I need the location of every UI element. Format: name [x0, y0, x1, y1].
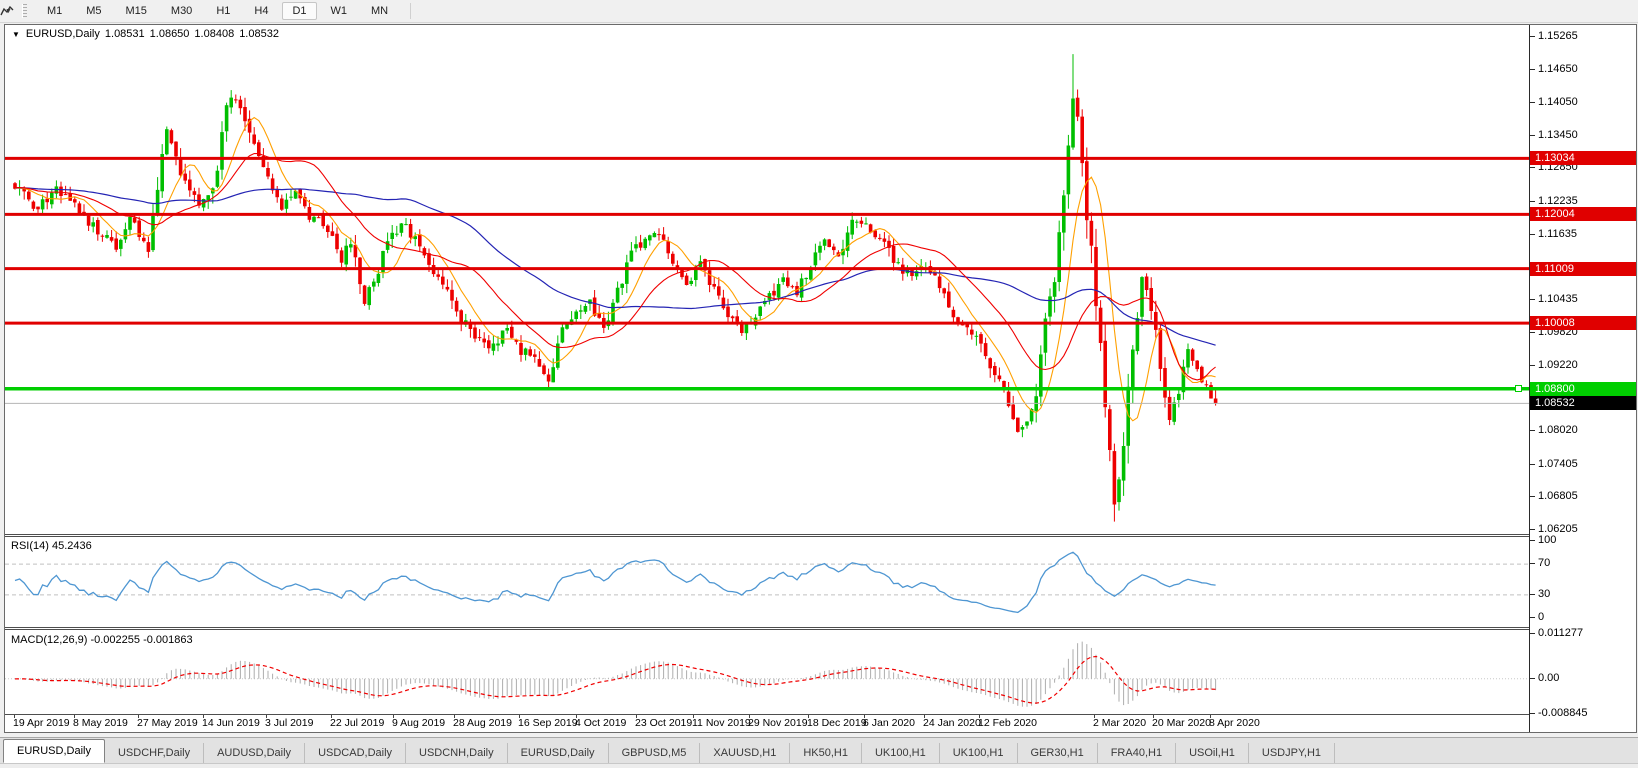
- panel-divider[interactable]: [5, 534, 1636, 537]
- chart-tab-gbpusd-m5[interactable]: GBPUSD,M5: [609, 743, 701, 763]
- date-tick-label: 27 May 2019: [137, 717, 198, 729]
- date-tick-label: 23 Oct 2019: [635, 717, 692, 729]
- price-tick-label: 1.11635: [1538, 228, 1577, 240]
- price-tick-label: 1.13450: [1538, 129, 1578, 141]
- chart-tab-bar: EURUSD,DailyUSDCHF,DailyAUDUSD,DailyUSDC…: [0, 737, 1638, 763]
- timeframe-button-h1[interactable]: H1: [206, 2, 240, 20]
- panel-divider[interactable]: [5, 627, 1636, 630]
- price-tick-label: 1.06805: [1538, 490, 1578, 502]
- timeframe-button-mn[interactable]: MN: [361, 2, 398, 20]
- line-chart-icon: [0, 5, 14, 17]
- chart-tab-usdjpy-h1[interactable]: USDJPY,H1: [1249, 743, 1335, 763]
- date-tick-label: 19 Apr 2019: [13, 717, 70, 729]
- rsi-tick-label: 100: [1538, 534, 1556, 546]
- resistance-price-tag: 1.12004: [1530, 207, 1637, 221]
- price-tick-label: 1.08020: [1538, 424, 1578, 436]
- date-tick-label: 8 Apr 2020: [1209, 717, 1260, 729]
- date-tick-label: 12 Feb 2020: [978, 717, 1037, 729]
- date-tick-label: 4 Oct 2019: [575, 717, 626, 729]
- chart-window: ▼ EURUSD,Daily 1.08531 1.08650 1.08408 1.0853…: [4, 24, 1637, 733]
- price-tick-label: 1.12235: [1538, 195, 1578, 207]
- resistance-price-tag: 1.10008: [1530, 316, 1637, 330]
- rsi-tick-label: 30: [1538, 588, 1550, 600]
- date-tick-label: 11 Nov 2019: [692, 717, 751, 729]
- date-tick-label: 16 Sep 2019: [518, 717, 578, 729]
- rsi-label: RSI(14) 45.2436: [11, 540, 92, 552]
- price-tick-label: 1.14650: [1538, 63, 1578, 75]
- timeframe-button-group: M1M5 M15M30H1H4D1 W1MN: [35, 2, 400, 20]
- top-toolbar: ▼ M1M5 M15M30H1H4D1 W1MN: [0, 0, 1638, 23]
- rsi-tick-label: 0: [1538, 611, 1544, 623]
- toolbar-separator: [410, 3, 411, 19]
- chart-tab-fra40-h1[interactable]: FRA40,H1: [1098, 743, 1176, 763]
- date-tick-label: 8 May 2019: [73, 717, 128, 729]
- support-line-handle[interactable]: [1515, 385, 1522, 392]
- price-tick-label: 1.07405: [1538, 458, 1578, 470]
- date-tick-label: 18 Dec 2019: [807, 717, 867, 729]
- chart-tab-eurusd-daily[interactable]: EURUSD,Daily: [3, 739, 105, 763]
- timeframe-button-d1[interactable]: D1: [282, 2, 316, 20]
- chart-tab-ger30-h1[interactable]: GER30,H1: [1018, 743, 1098, 763]
- date-tick-label: 20 Mar 2020: [1152, 717, 1211, 729]
- price-tick-label: 1.09220: [1538, 359, 1578, 371]
- chart-tab-eurusd-daily[interactable]: EURUSD,Daily: [508, 743, 609, 763]
- ohlc-low: 1.08408: [194, 28, 234, 40]
- date-tick-label: 9 Aug 2019: [392, 717, 445, 729]
- status-bar: [0, 763, 1638, 768]
- chart-tab-audusd-daily[interactable]: AUDUSD,Daily: [204, 743, 305, 763]
- chart-tab-hk50-h1[interactable]: HK50,H1: [790, 743, 862, 763]
- macd-tick-label: -0.008845: [1538, 707, 1588, 719]
- price-axis[interactable]: 1.152651.146501.140501.134501.128501.122…: [1529, 25, 1637, 732]
- timeframe-button-m15[interactable]: M15: [116, 2, 157, 20]
- chart-tab-usdcad-daily[interactable]: USDCAD,Daily: [305, 743, 406, 763]
- timeframe-button-w1[interactable]: W1: [321, 2, 358, 20]
- chart-tab-usoil-h1[interactable]: USOil,H1: [1176, 743, 1249, 763]
- ohlc-close: 1.08532: [239, 28, 279, 40]
- date-tick-label: 29 Nov 2019: [748, 717, 808, 729]
- chart-tab-usdcnh-daily[interactable]: USDCNH,Daily: [406, 743, 508, 763]
- macd-panel-canvas[interactable]: [5, 630, 1529, 714]
- chart-tab-uk100-h1[interactable]: UK100,H1: [862, 743, 940, 763]
- chart-tab-uk100-h1[interactable]: UK100,H1: [940, 743, 1018, 763]
- timeframe-button-m5[interactable]: M5: [76, 2, 111, 20]
- date-axis[interactable]: 19 Apr 20198 May 2019 27 May 2019 14 Jun 2…: [5, 715, 1529, 732]
- timeframe-button-h4[interactable]: H4: [244, 2, 278, 20]
- chart-tab-usdchf-daily[interactable]: USDCHF,Daily: [105, 743, 204, 763]
- date-tick-label: 28 Aug 2019: [453, 717, 512, 729]
- date-tick-label: 2 Mar 2020: [1093, 717, 1146, 729]
- macd-label: MACD(12,26,9) -0.002255 -0.001863: [11, 634, 193, 646]
- ohlc-open: 1.08531: [105, 28, 145, 40]
- price-chart-canvas[interactable]: [5, 25, 1529, 534]
- date-tick-label: 6 Jan 2020: [863, 717, 915, 729]
- date-tick-label: 22 Jul 2019: [330, 717, 384, 729]
- chart-title: ▼ EURUSD,Daily 1.08531 1.08650 1.08408 1.0853…: [12, 28, 284, 40]
- last-price-tag: 1.08532: [1530, 396, 1637, 410]
- toolbar-grip[interactable]: [22, 4, 27, 18]
- support-price-tag: 1.08800: [1530, 382, 1637, 396]
- chart-tab-xauusd-h1[interactable]: XAUUSD,H1: [700, 743, 790, 763]
- rsi-tick-label: 70: [1538, 557, 1550, 569]
- date-tick-label: 3 Jul 2019: [265, 717, 313, 729]
- ohlc-high: 1.08650: [150, 28, 190, 40]
- collapse-arrow-icon: ▼: [12, 30, 20, 39]
- resistance-price-tag: 1.13034: [1530, 151, 1637, 165]
- price-tick-label: 1.14050: [1538, 96, 1578, 108]
- macd-tick-label: 0.011277: [1538, 627, 1583, 639]
- date-tick-label: 24 Jan 2020: [923, 717, 981, 729]
- chart-style-button[interactable]: ▼: [0, 2, 16, 20]
- chart-symbol-label: EURUSD,Daily: [26, 28, 100, 40]
- resistance-price-tag: 1.11009: [1530, 262, 1637, 276]
- rsi-panel-canvas[interactable]: [5, 537, 1529, 627]
- price-tick-label: 1.15265: [1538, 30, 1578, 42]
- timeframe-button-m1[interactable]: M1: [37, 2, 72, 20]
- timeframe-button-m30[interactable]: M30: [161, 2, 202, 20]
- date-tick-label: 14 Jun 2019: [202, 717, 260, 729]
- macd-tick-label: 0.00: [1538, 672, 1559, 684]
- price-tick-label: 1.10435: [1538, 293, 1578, 305]
